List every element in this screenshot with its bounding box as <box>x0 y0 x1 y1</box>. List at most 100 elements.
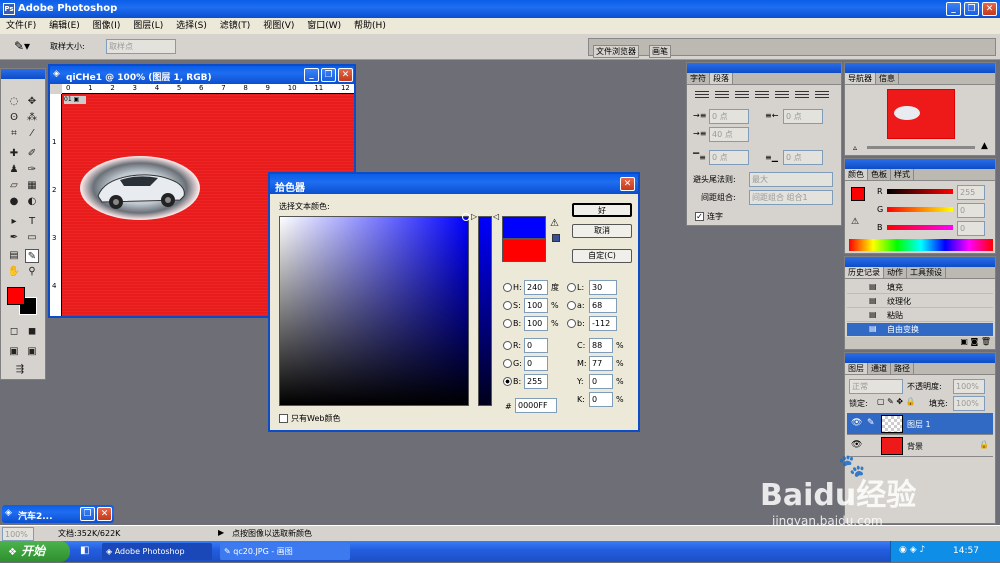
gamut-warning-icon[interactable]: ⚠ <box>550 218 559 229</box>
color-field[interactable] <box>279 213 470 406</box>
justify-left-icon[interactable] <box>755 91 769 99</box>
space-before-input[interactable]: 0 点 <box>709 150 749 165</box>
history-item-selected[interactable]: ▤ 自由变换 <box>847 323 993 336</box>
l-input[interactable]: 30 <box>589 280 617 295</box>
align-center-icon[interactable] <box>715 91 729 99</box>
minimized-document[interactable]: ◈ 汽车2... ❐ ✕ <box>2 505 114 523</box>
indent-right-input[interactable]: 0 点 <box>783 109 823 124</box>
y-input[interactable]: 0 <box>589 374 613 389</box>
shape-tool-icon[interactable]: ▭ <box>25 231 39 245</box>
menu-window[interactable]: 窗口(W) <box>307 21 341 31</box>
tab-styles[interactable]: 样式 <box>891 169 914 180</box>
taskbar-item-paint[interactable]: ✎ qc20.JPG - 画图 <box>220 543 350 560</box>
hyphen-checkbox[interactable]: ✓ <box>695 212 704 221</box>
menu-filter[interactable]: 滤镜(T) <box>220 21 251 31</box>
tab-channels[interactable]: 通道 <box>868 363 891 374</box>
radio-s[interactable] <box>503 301 512 310</box>
lock-icons[interactable]: ▢ ✎ ✥ 🔒 <box>877 397 916 406</box>
menu-file[interactable]: 文件(F) <box>6 21 36 31</box>
radio-l[interactable] <box>567 283 576 292</box>
tray-icons[interactable]: ◉ ◈ ♪ <box>899 545 925 555</box>
tab-swatches[interactable]: 色板 <box>868 169 891 180</box>
sample-size-select[interactable]: 取样点 <box>106 39 176 54</box>
new-snapshot-icon[interactable]: ◙ <box>971 337 979 346</box>
eye-icon[interactable]: 👁 <box>851 440 862 450</box>
menu-select[interactable]: 选择(S) <box>176 21 207 31</box>
gradient-tool-icon[interactable]: ▦ <box>25 179 39 193</box>
healing-tool-icon[interactable]: ✚ <box>7 147 21 161</box>
new-document-icon[interactable]: ▣ <box>960 337 968 346</box>
history-item[interactable]: ▤ 填充 <box>847 281 993 294</box>
panel-fg-swatch[interactable] <box>851 187 865 201</box>
k-input[interactable]: 0 <box>589 392 613 407</box>
hue-slider[interactable] <box>478 216 492 406</box>
tab-character[interactable]: 字符 <box>687 73 710 84</box>
stamp-tool-icon[interactable]: ♟ <box>7 163 21 177</box>
indent-left-input[interactable]: 0 点 <box>709 109 749 124</box>
g-input[interactable]: 0 <box>524 356 548 371</box>
notes-tool-icon[interactable]: ▤ <box>7 249 21 263</box>
b-slider[interactable] <box>887 225 953 230</box>
color-b-input[interactable]: 0 <box>957 221 985 236</box>
align-right-icon[interactable] <box>735 91 749 99</box>
magic-wand-tool-icon[interactable]: ⁂ <box>25 111 39 125</box>
menu-view[interactable]: 视图(V) <box>263 21 294 31</box>
custom-button[interactable]: 自定(C) <box>572 249 632 263</box>
tab-file-browser[interactable]: 文件浏览器 <box>593 45 639 58</box>
r-slider[interactable] <box>887 189 953 194</box>
hue-slider-right-arrow[interactable]: ◁ <box>493 212 499 221</box>
history-trash-icon[interactable]: 🗑 <box>981 337 991 346</box>
radio-h[interactable] <box>503 283 512 292</box>
radio-lab-b[interactable] <box>567 319 576 328</box>
layer-row[interactable]: 👁 背景 🔒 <box>847 435 993 457</box>
first-line-input[interactable]: 40 点 <box>709 127 749 142</box>
menu-edit[interactable]: 编辑(E) <box>49 21 80 31</box>
zoom-out-icon[interactable]: ▵ <box>853 143 857 152</box>
picker-close-button[interactable]: ✕ <box>620 177 635 191</box>
doc-minimize-button[interactable]: _ <box>304 68 319 82</box>
blue-input[interactable]: 255 <box>524 374 548 389</box>
eraser-tool-icon[interactable]: ▱ <box>7 179 21 193</box>
color-r-input[interactable]: 255 <box>957 185 985 200</box>
hex-input[interactable]: 0000FF <box>515 398 557 413</box>
blur-tool-icon[interactable]: ● <box>7 195 21 209</box>
taskbar-item-photoshop[interactable]: ◈ Adobe Photoshop <box>102 543 212 560</box>
doc-close-button[interactable]: ✕ <box>338 68 353 82</box>
zoom-field[interactable]: 100% <box>2 527 34 541</box>
eyedropper-icon[interactable]: ✎ <box>25 249 39 263</box>
standard-mode-icon[interactable]: ◼ <box>25 325 39 339</box>
web-safe-warning-icon[interactable] <box>552 234 560 242</box>
radio-g[interactable] <box>503 359 512 368</box>
tab-paragraph[interactable]: 段落 <box>710 73 733 84</box>
doc-restore-button[interactable]: ❐ <box>321 68 336 82</box>
radio-blue[interactable] <box>503 377 512 386</box>
screen-mode-icon[interactable]: ▣ <box>7 345 21 359</box>
path-select-tool-icon[interactable]: ▸ <box>7 215 21 229</box>
hand-tool-icon[interactable]: ✋ <box>7 265 21 279</box>
s-input[interactable]: 100 <box>524 298 548 313</box>
tab-history[interactable]: 历史记录 <box>845 267 884 278</box>
crop-tool-icon[interactable]: ⌗ <box>7 127 21 141</box>
justify-all-icon[interactable] <box>815 91 829 99</box>
dodge-tool-icon[interactable]: ◐ <box>25 195 39 209</box>
spacing-select[interactable]: 间距组合 组合1 <box>749 190 833 205</box>
min-close-button[interactable]: ✕ <box>97 507 112 521</box>
jump-to-imageready-icon[interactable]: ⇶ <box>13 363 27 377</box>
radio-a[interactable] <box>567 301 576 310</box>
full-screen-icon[interactable]: ▣ <box>25 345 39 359</box>
radio-b[interactable] <box>503 319 512 328</box>
hue-slider-left-arrow[interactable]: ▷ <box>471 212 477 221</box>
lab-b-input[interactable]: -112 <box>589 316 617 331</box>
min-restore-button[interactable]: ❐ <box>80 507 95 521</box>
tab-paths[interactable]: 路径 <box>891 363 914 374</box>
eyedropper-tool-icon[interactable]: ✎▾ <box>14 39 30 53</box>
c-input[interactable]: 88 <box>589 338 613 353</box>
foreground-color-swatch[interactable] <box>7 287 25 305</box>
h-input[interactable]: 240 <box>524 280 548 295</box>
start-button[interactable]: ❖ 开始 <box>0 541 70 562</box>
slice-tool-icon[interactable]: ⁄ <box>25 127 39 141</box>
zoom-tool-icon[interactable]: ⚲ <box>25 265 39 279</box>
close-button[interactable]: ✕ <box>982 2 997 16</box>
tab-brushes[interactable]: 画笔 <box>649 45 671 58</box>
menu-help[interactable]: 帮助(H) <box>354 21 386 31</box>
